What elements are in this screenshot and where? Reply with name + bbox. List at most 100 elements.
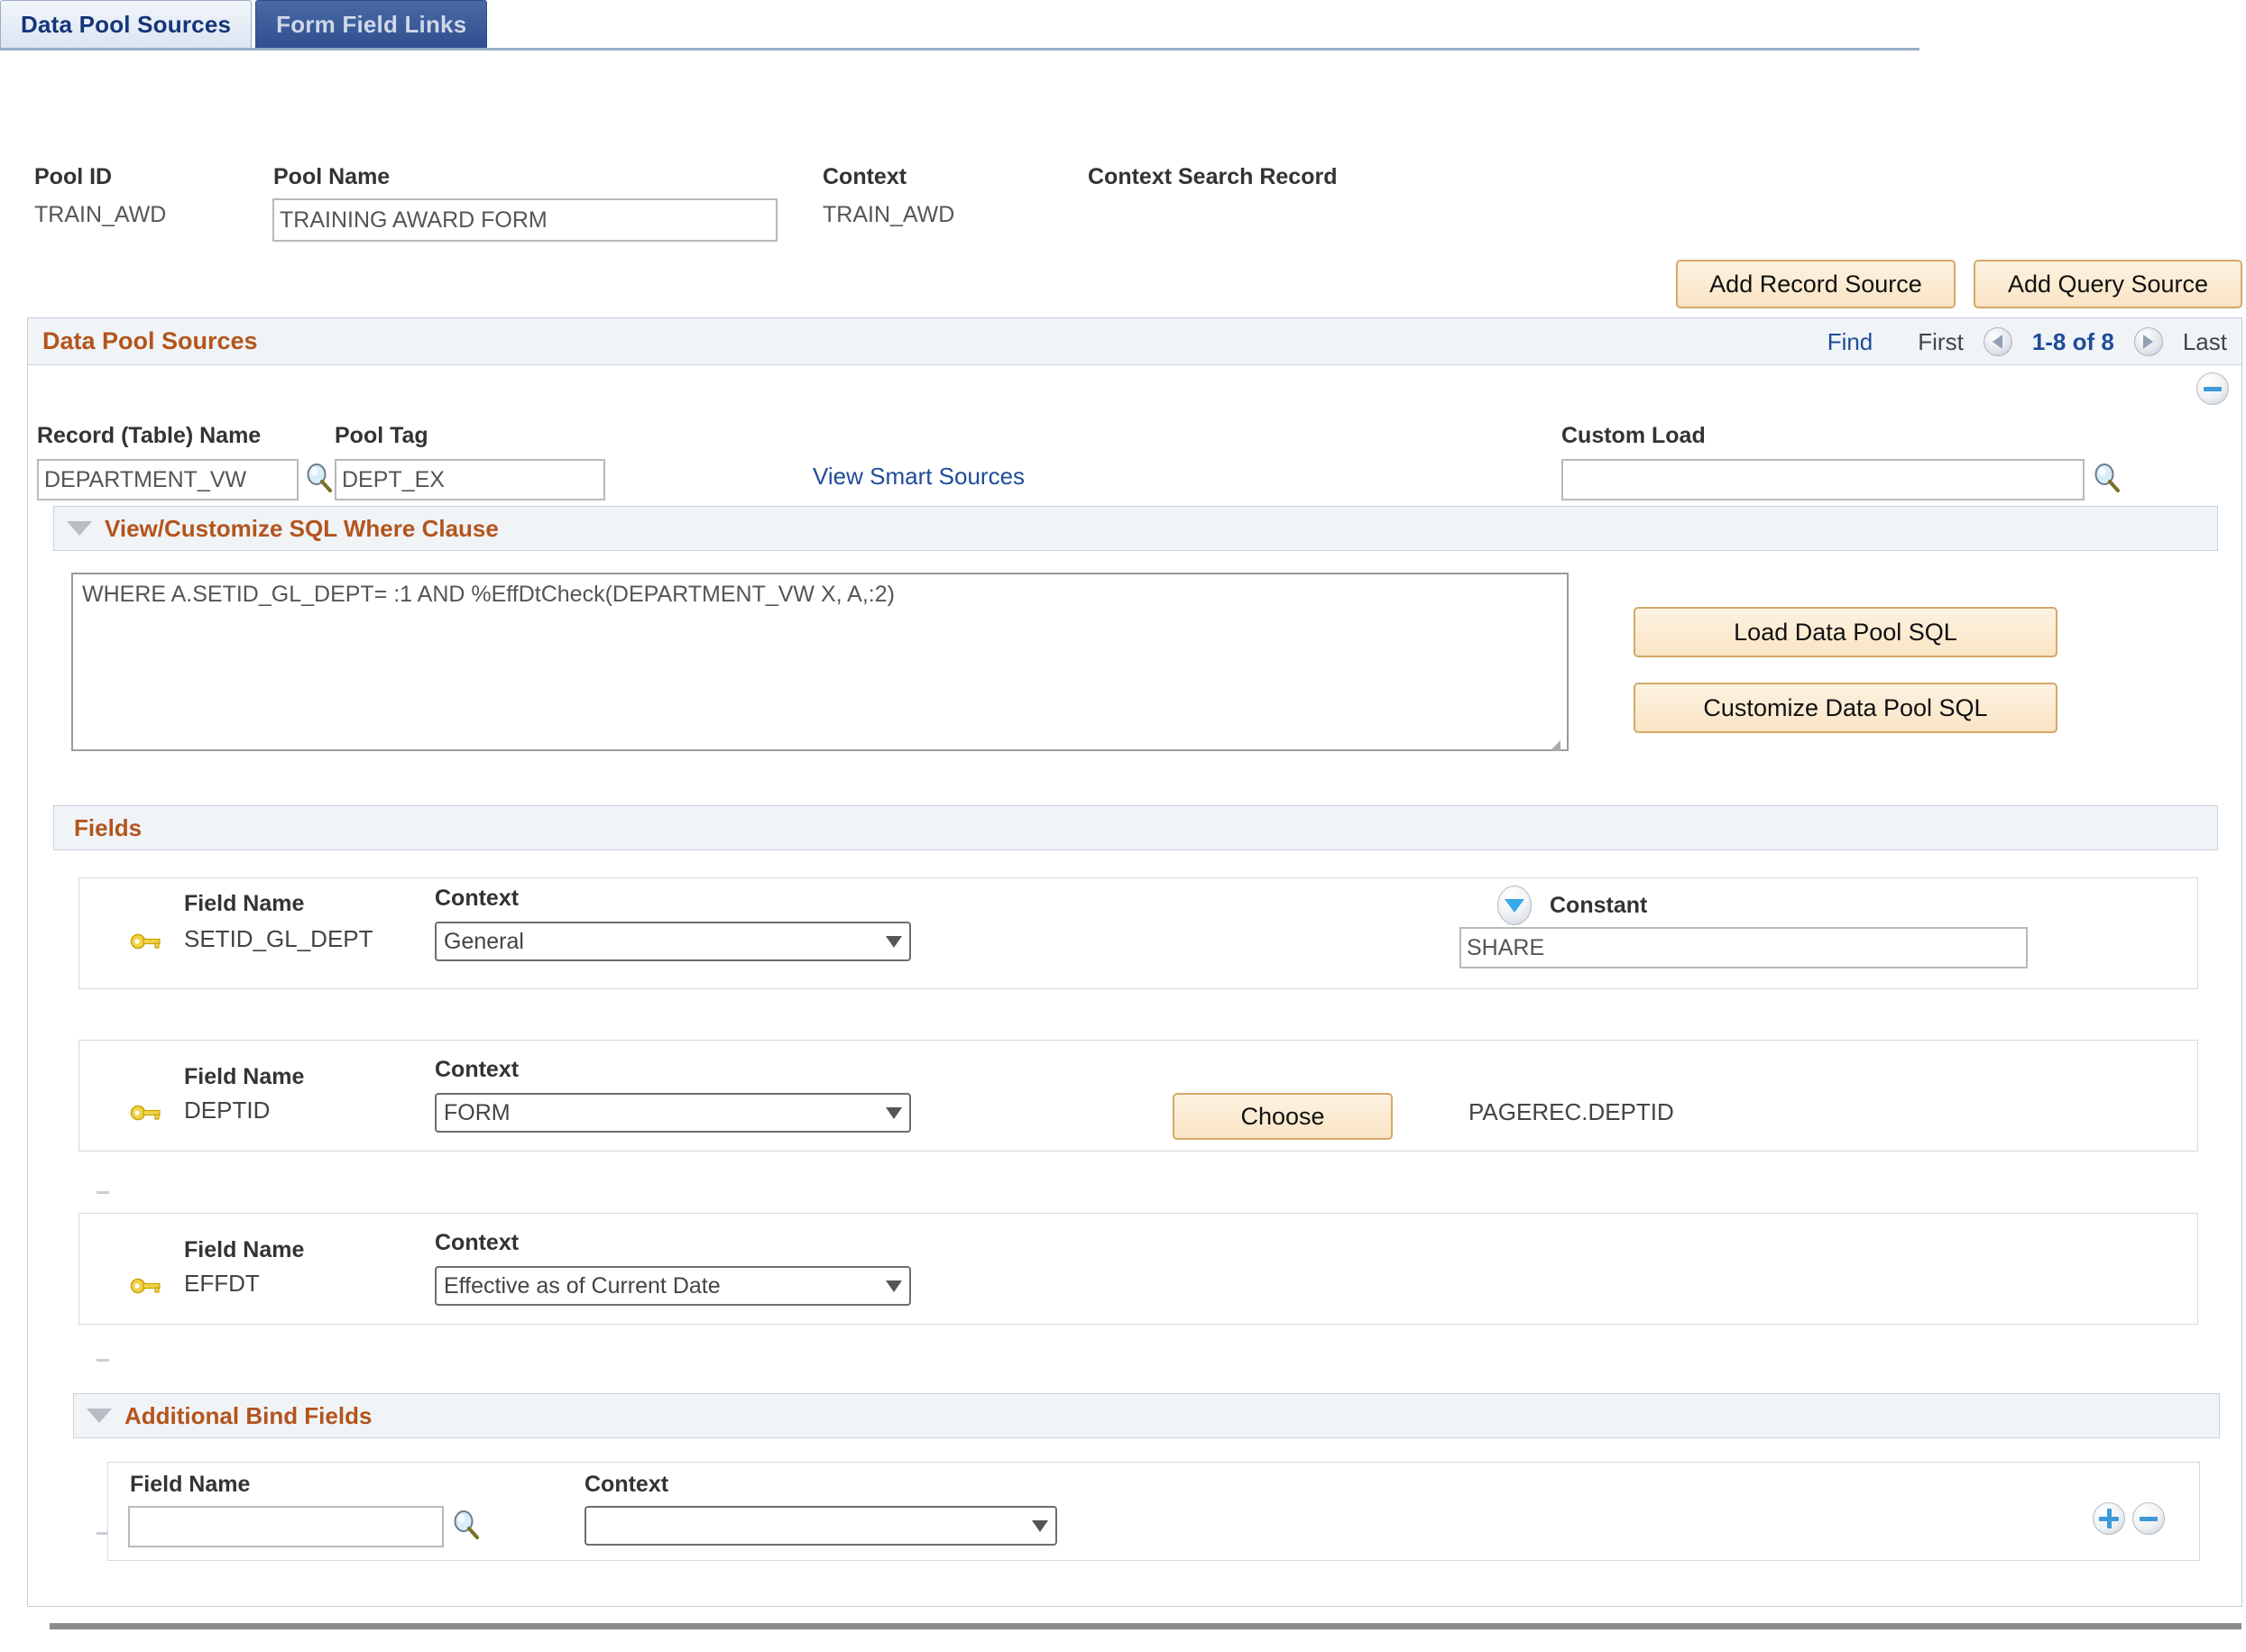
context-value-wrap: TRAIN_AWD [823,202,954,228]
button-label: Add Record Source [1709,270,1922,298]
bind-field-name-input[interactable] [128,1506,444,1547]
record-name-label-wrap: Record (Table) Name [37,423,261,449]
row-count: 1-8 of 8 [2031,327,2114,355]
context-select-value: FORM [444,1099,511,1125]
constant-input[interactable] [1459,927,2028,968]
last-link[interactable]: Last [2183,328,2227,356]
custom-load-lookup-button[interactable] [2092,463,2122,493]
field-row-deptid: Field Name DEPTID Context FORM Choose PA… [78,1040,2198,1152]
first-link[interactable]: First [1918,328,1964,356]
tab-data-pool-sources[interactable]: Data Pool Sources [0,0,253,48]
constant-toggle-button[interactable] [1497,886,1532,925]
custom-load-label: Custom Load [1561,423,1706,448]
record-name-input[interactable] [37,459,299,500]
button-label: Choose [1240,1102,1325,1130]
button-label: Customize Data Pool SQL [1703,693,1988,721]
tab-form-field-links[interactable]: Form Field Links [255,0,488,48]
fields-header: Fields [53,805,2218,850]
customize-data-pool-sql-button[interactable]: Customize Data Pool SQL [1634,683,2057,733]
context-label-wrap: Context [823,164,907,190]
key-icon [130,1275,162,1301]
context-value: TRAIN_AWD [823,202,955,227]
collapse-section-button[interactable] [2196,372,2229,405]
chevron-down-icon [886,1280,902,1292]
pool-id-value: TRAIN_AWD [34,202,167,227]
context-label: Context [435,886,520,911]
context-select[interactable]: Effective as of Current Date [435,1266,911,1306]
field-name-label: Field Name [184,891,305,916]
context-search-record-label-wrap: Context Search Record [1088,164,1337,190]
data-pool-sources-title: Data Pool Sources [42,327,258,354]
pool-tag-input[interactable] [335,459,605,500]
collapse-minus-icon[interactable] [2196,372,2229,405]
find-link[interactable]: Find [1827,328,1873,356]
choose-button[interactable]: Choose [1173,1093,1393,1140]
record-name-label: Record (Table) Name [37,423,262,448]
bind-context-label: Context [585,1472,669,1497]
field-name-value: DEPTID [184,1097,271,1124]
load-data-pool-sql-button[interactable]: Load Data Pool SQL [1634,607,2057,657]
magnifier-icon [307,463,332,492]
context-select-value: Effective as of Current Date [444,1272,721,1299]
bind-context-select[interactable] [585,1506,1057,1546]
field-name-label: Field Name [184,1064,305,1089]
prev-arrow-icon[interactable] [1983,327,2012,356]
plus-circle-icon[interactable] [2093,1502,2125,1535]
sql-where-clause-title: View/Customize SQL Where Clause [105,514,499,542]
pool-name-input[interactable] [272,198,778,242]
context-label: Context [435,1230,520,1255]
magnifier-icon [2094,463,2120,492]
field-name-value: SETID_GL_DEPT [184,925,373,952]
tab-bar: Data Pool Sources Form Field Links [0,0,1919,50]
sql-where-clause-textarea[interactable]: WHERE A.SETID_GL_DEPT= :1 AND %EffDtChec… [71,573,1569,751]
add-record-source-button[interactable]: Add Record Source [1676,260,1956,308]
custom-load-label-wrap: Custom Load [1561,423,1706,449]
bind-field-lookup-button[interactable] [451,1510,482,1540]
button-label: Add Query Source [2007,270,2209,298]
pool-tag-label-wrap: Pool Tag [335,423,428,449]
key-icon [130,1102,162,1128]
chevron-down-icon [1032,1519,1048,1532]
context-search-record-label: Context Search Record [1088,164,1338,189]
custom-load-input[interactable] [1561,459,2085,500]
record-name-lookup-button[interactable] [304,463,335,493]
triangle-down-oval-icon [1505,898,1524,913]
view-smart-sources-link[interactable]: View Smart Sources [813,463,1025,491]
fields-title: Fields [74,813,143,841]
minus-circle-icon[interactable] [2132,1502,2165,1535]
context-select[interactable]: FORM [435,1093,911,1133]
additional-bind-fields-row: Field Name Context [107,1462,2200,1561]
data-pool-sources-header: Data Pool Sources Find First 1-8 of 8 La… [28,318,2241,365]
constant-label: Constant [1550,893,1648,918]
pool-id-value-wrap: TRAIN_AWD [34,202,166,228]
context-label: Context [435,1057,520,1082]
context-select-value: General [444,928,524,954]
add-query-source-button[interactable]: Add Query Source [1974,260,2242,308]
next-arrow-icon[interactable] [2133,327,2163,356]
horizontal-scrollbar[interactable] [50,1623,2241,1629]
chevron-down-icon [886,935,902,948]
grid-navigation: Find First 1-8 of 8 Last [1827,318,2227,365]
triangle-down-icon[interactable] [67,521,92,536]
pool-name-label: Pool Name [273,164,391,189]
field-name-label: Field Name [184,1237,305,1262]
textarea-resize-handle[interactable] [1550,740,1560,751]
data-pool-sources-group: Data Pool Sources Find First 1-8 of 8 La… [27,317,2242,1607]
field-row-setid-gl-dept: Field Name SETID_GL_DEPT Context General… [78,877,2198,989]
magnifier-icon [454,1510,479,1539]
key-icon [130,931,162,957]
additional-bind-fields-title: Additional Bind Fields [124,1401,373,1429]
tab-label: Form Field Links [276,10,467,38]
triangle-down-icon[interactable] [87,1409,112,1423]
context-select[interactable]: General [435,922,911,961]
pool-tag-label: Pool Tag [335,423,428,448]
sql-where-clause-header: View/Customize SQL Where Clause [53,506,2218,551]
bind-field-name-label: Field Name [130,1472,251,1497]
tab-label: Data Pool Sources [21,10,232,38]
bound-field-value: PAGEREC.DEPTID [1468,1098,1674,1125]
additional-bind-fields-header: Additional Bind Fields [73,1393,2220,1438]
button-label: Load Data Pool SQL [1734,618,1957,646]
pool-name-label-wrap: Pool Name [273,164,390,190]
chevron-down-icon [886,1106,902,1119]
context-label: Context [823,164,907,189]
